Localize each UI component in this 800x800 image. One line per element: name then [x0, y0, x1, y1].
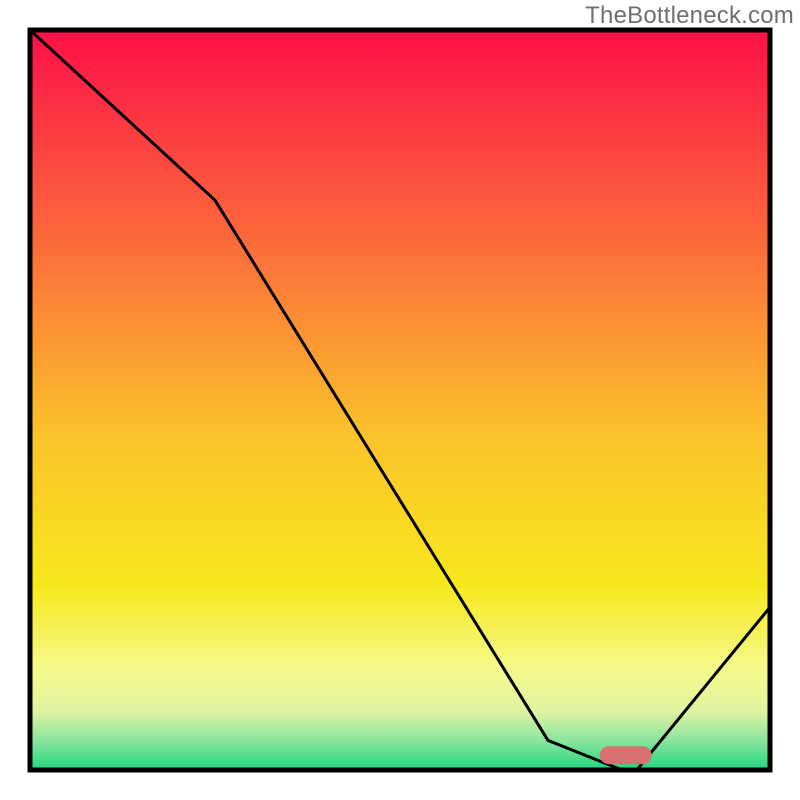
- watermark-text: TheBottleneck.com: [585, 2, 794, 30]
- minimum-marker: [600, 746, 652, 764]
- chart-area: TheBottleneck.com: [0, 0, 800, 800]
- background-gradient: [30, 30, 770, 770]
- chart-svg: [0, 0, 800, 800]
